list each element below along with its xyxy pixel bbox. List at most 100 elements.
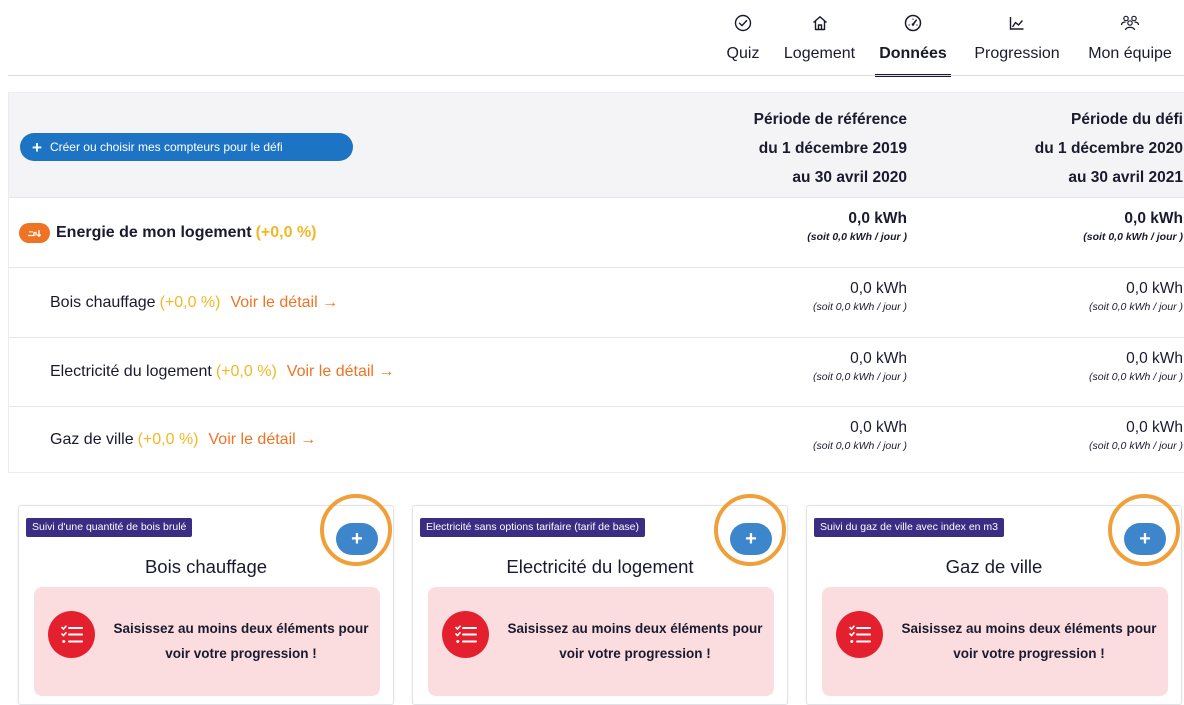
nav-item-mon-equipe[interactable]: Mon équipe	[1080, 0, 1180, 76]
counter-card-bois: Suivi d'une quantité de bois brulé + Boi…	[18, 494, 394, 705]
reference-period-end: au 30 avril 2020	[792, 169, 907, 186]
plus-icon: +	[745, 527, 757, 550]
row-label: Electricité du logement	[50, 363, 212, 380]
check-circle-icon	[733, 13, 753, 33]
card-title: Electricité du logement	[506, 556, 694, 577]
challenge-value: 0,0 kWh (soit 0,0 kWh / jour )	[1089, 418, 1183, 454]
checklist-icon	[48, 611, 95, 658]
view-detail-label: Voir le détail	[286, 363, 374, 380]
energy-icon	[19, 222, 50, 243]
reference-kwh: 0,0 kWh	[850, 350, 907, 367]
house-icon	[810, 13, 830, 33]
challenge-per-day: (soit 0,0 kWh / jour )	[1089, 440, 1183, 452]
challenge-kwh: 0,0 kWh	[1124, 210, 1183, 227]
add-entry-button[interactable]: +	[336, 523, 378, 555]
card-title: Bois chauffage	[144, 556, 268, 577]
add-entry-button[interactable]: +	[1124, 523, 1166, 555]
challenge-kwh: 0,0 kWh	[1126, 350, 1183, 367]
reference-kwh: 0,0 kWh	[848, 210, 907, 227]
counter-type-chip: Suivi du gaz de ville avec index en m3	[814, 518, 1005, 537]
challenge-period-start: du 1 décembre 2020	[1034, 140, 1183, 157]
warning-message: Saisissez au moins deux éléments pour vo…	[901, 621, 1157, 661]
counter-type-chip: Electricité sans options tarifaire (tari…	[420, 518, 646, 537]
warning-message: Saisissez au moins deux éléments pour vo…	[507, 621, 763, 661]
consumption-table: + Créer ou choisir mes compteurs pour le…	[8, 92, 1184, 473]
reference-period-title: Période de référence	[753, 111, 907, 128]
table-row-gaz: Gaz de ville (+0,0 %) Voir le détail → 0…	[9, 406, 1184, 473]
view-detail-link[interactable]: Voir le détail →	[287, 363, 395, 381]
row-label-group: Electricité du logement (+0,0 %) Voir le…	[50, 338, 394, 406]
warning-box: Saisissez au moins deux éléments pour vo…	[822, 587, 1168, 696]
arrow-right-icon: →	[322, 293, 339, 311]
table-header: + Créer ou choisir mes compteurs pour le…	[9, 93, 1184, 197]
nav-label-donnees: Données	[879, 45, 947, 62]
energy-total-label-group: Energie de mon logement (+0,0 %)	[19, 198, 317, 267]
plus-icon: +	[1139, 527, 1151, 550]
nav-label-progression: Progression	[974, 45, 1060, 62]
reference-period-start: du 1 décembre 2019	[758, 140, 907, 157]
reference-value: 0,0 kWh (soit 0,0 kWh / jour )	[813, 418, 907, 454]
table-row-electricite: Electricité du logement (+0,0 %) Voir le…	[9, 337, 1184, 406]
reference-value: 0,0 kWh (soit 0,0 kWh / jour )	[813, 279, 907, 315]
nav-item-quiz[interactable]: Quiz	[724, 0, 762, 76]
add-entry-button[interactable]: +	[730, 523, 772, 555]
energy-total-challenge-value: 0,0 kWh (soit 0,0 kWh / jour )	[1083, 209, 1183, 245]
row-label: Bois chauffage	[50, 293, 156, 311]
nav-label-quiz: Quiz	[726, 45, 760, 62]
nav-item-logement[interactable]: Logement	[777, 0, 862, 76]
gauge-icon	[903, 13, 923, 33]
reference-period: Période de référence du 1 décembre 2019 …	[754, 105, 907, 192]
row-label-group: Bois chauffage (+0,0 %) Voir le détail →	[50, 268, 338, 337]
challenge-per-day: (soit 0,0 kWh / jour )	[1089, 371, 1183, 383]
energy-total-reference-value: 0,0 kWh (soit 0,0 kWh / jour )	[807, 209, 907, 245]
top-navigation: Quiz Logement Données Progression Mon éq…	[0, 0, 1184, 77]
reference-per-day: (soit 0,0 kWh / jour )	[813, 301, 907, 313]
arrow-right-icon: →	[378, 363, 395, 380]
view-detail-link[interactable]: Voir le détail →	[230, 294, 338, 312]
energy-total-percent: (+0,0 %)	[255, 223, 317, 241]
row-percent: (+0,0 %)	[137, 431, 199, 448]
challenge-per-day: (soit 0,0 kWh / jour )	[1083, 231, 1183, 243]
challenge-kwh: 0,0 kWh	[1126, 419, 1183, 436]
warning-box: Saisissez au moins deux éléments pour vo…	[34, 587, 380, 696]
nav-label-logement: Logement	[783, 45, 856, 62]
card-title: Gaz de ville	[945, 556, 1043, 577]
checklist-icon	[836, 611, 883, 658]
challenge-period-title: Période du défi	[1071, 111, 1183, 128]
challenge-value: 0,0 kWh (soit 0,0 kWh / jour )	[1089, 279, 1183, 315]
challenge-value: 0,0 kWh (soit 0,0 kWh / jour )	[1089, 349, 1183, 385]
plus-icon: +	[32, 137, 42, 157]
energy-total-label: Energie de mon logement	[56, 223, 252, 241]
create-counters-label: Créer ou choisir mes compteurs pour le d…	[49, 140, 283, 154]
checklist-icon	[442, 611, 489, 658]
reference-kwh: 0,0 kWh	[850, 280, 907, 297]
warning-box: Saisissez au moins deux éléments pour vo…	[428, 587, 774, 696]
warning-message: Saisissez au moins deux éléments pour vo…	[113, 621, 369, 661]
reference-per-day: (soit 0,0 kWh / jour )	[807, 231, 907, 243]
challenge-kwh: 0,0 kWh	[1126, 280, 1183, 297]
counter-card-gaz: Suivi du gaz de ville avec index en m3 +…	[806, 494, 1182, 705]
challenge-per-day: (soit 0,0 kWh / jour )	[1089, 301, 1183, 313]
view-detail-label: Voir le détail	[208, 431, 296, 448]
area-chart-icon	[1007, 13, 1027, 33]
row-percent: (+0,0 %)	[159, 293, 221, 311]
counter-card-electricite: Electricité sans options tarifaire (tari…	[412, 494, 788, 705]
nav-divider	[8, 75, 1184, 76]
nav-item-donnees[interactable]: Données	[875, 0, 951, 77]
challenge-period-end: au 30 avril 2021	[1068, 169, 1183, 186]
reference-per-day: (soit 0,0 kWh / jour )	[813, 371, 907, 383]
nav-item-progression[interactable]: Progression	[966, 0, 1068, 76]
reference-value: 0,0 kWh (soit 0,0 kWh / jour )	[813, 349, 907, 385]
view-detail-link[interactable]: Voir le détail →	[209, 431, 317, 449]
row-label-group: Gaz de ville (+0,0 %) Voir le détail →	[50, 407, 316, 473]
nav-label-mon-equipe: Mon équipe	[1088, 45, 1172, 62]
team-icon	[1120, 13, 1140, 33]
row-percent: (+0,0 %)	[215, 363, 277, 380]
counter-type-chip: Suivi d'une quantité de bois brulé	[26, 518, 193, 537]
challenge-period: Période du défi du 1 décembre 2020 au 30…	[1035, 105, 1183, 192]
plus-icon: +	[351, 527, 363, 550]
create-counters-button[interactable]: + Créer ou choisir mes compteurs pour le…	[20, 133, 353, 161]
table-row-energy-total: Energie de mon logement (+0,0 %) 0,0 kWh…	[9, 197, 1184, 267]
table-row-bois: Bois chauffage (+0,0 %) Voir le détail →…	[9, 267, 1184, 337]
reference-kwh: 0,0 kWh	[850, 419, 907, 436]
